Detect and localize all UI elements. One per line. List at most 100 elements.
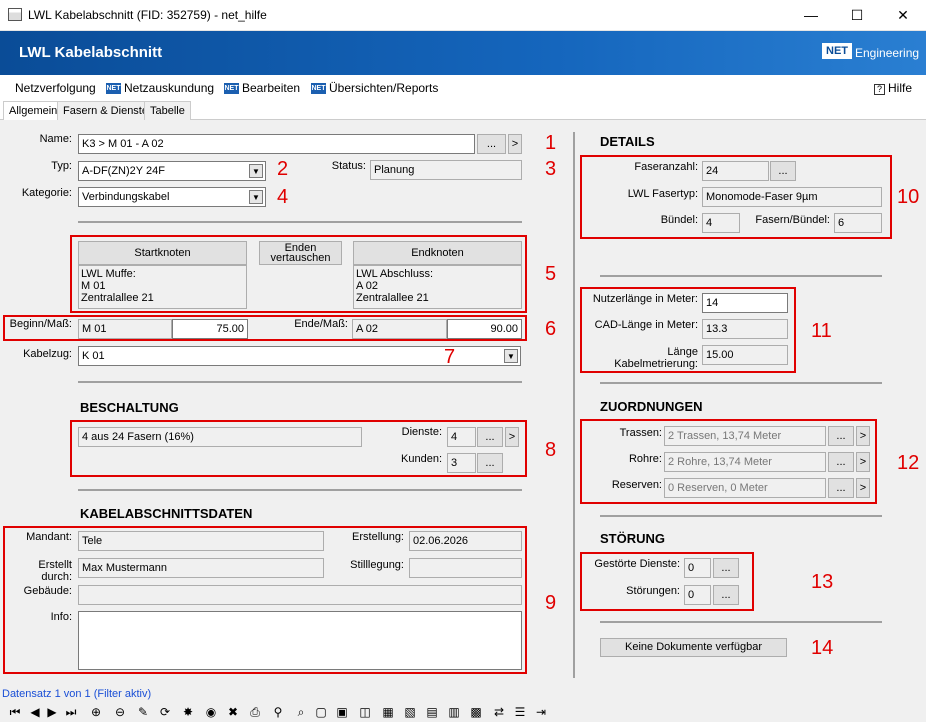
fasern-summary: 4 aus 24 Fasern (16%) <box>78 427 362 447</box>
trassen-label: Trassen: <box>619 427 662 439</box>
reserven-browse-button[interactable]: ... <box>828 478 854 498</box>
gebaeude-label: Gebäude: <box>23 585 72 597</box>
menu-hilfe[interactable]: ? Hilfe <box>874 81 912 95</box>
dienste-label: Dienste: <box>401 426 442 438</box>
prev-record-icon[interactable]: ◀ <box>27 704 43 720</box>
gestoerte-dienste-browse-button[interactable]: ... <box>713 558 739 578</box>
trassen-goto-button[interactable]: > <box>856 426 870 446</box>
start-address: Zentralallee 21 <box>81 292 154 304</box>
window-title: LWL Kabelabschnitt (FID: 352759) - net_h… <box>28 8 267 22</box>
menu-netzauskundung[interactable]: NET Netzauskundung <box>106 81 214 95</box>
endknoten-button[interactable]: Endknoten <box>353 241 522 265</box>
kabelzug-label: Kabelzug: <box>23 348 72 360</box>
rohre-field: 2 Rohre, 13,74 Meter <box>664 452 826 472</box>
annotation-number: 9 <box>545 592 557 614</box>
menu-uebersichten[interactable]: NET Übersichten/Reports <box>311 81 438 95</box>
list-icon[interactable]: ☰ <box>512 704 528 720</box>
banner-title: LWL Kabelabschnitt <box>19 44 163 61</box>
shape-icon[interactable]: ▢ <box>313 704 329 720</box>
menu-bearbeiten[interactable]: NET Bearbeiten <box>224 81 300 95</box>
cad-laenge-label: CAD-Länge in Meter: <box>594 319 698 331</box>
minimize-button[interactable]: — <box>788 0 834 31</box>
grid-icon[interactable]: ▧ <box>402 704 418 720</box>
name-goto-button[interactable]: > <box>508 134 522 154</box>
name-input[interactable]: K3 > M 01 - A 02 <box>78 134 475 154</box>
zuordnungen-heading: ZUORDNUNGEN <box>600 399 703 414</box>
annotation-number: 10 <box>897 186 920 208</box>
buendel-label: Bündel: <box>660 214 698 226</box>
exchange-icon[interactable]: ⇄ <box>491 704 507 720</box>
logo-text: Engineering <box>855 46 920 60</box>
beginn-knoten-field: M 01 <box>78 319 172 339</box>
column-separator <box>573 132 575 678</box>
stoerungen-browse-button[interactable]: ... <box>713 585 739 605</box>
mandant-field: Tele <box>78 531 324 551</box>
end-type: LWL Abschluss: <box>356 268 434 280</box>
reserven-goto-button[interactable]: > <box>856 478 870 498</box>
locate-icon[interactable]: ⚲ <box>270 704 286 720</box>
print-icon[interactable]: ⎙ <box>247 704 263 720</box>
delete-icon[interactable]: ✖ <box>225 704 241 720</box>
trassen-browse-button[interactable]: ... <box>828 426 854 446</box>
maximize-button[interactable]: ☐ <box>834 0 880 31</box>
add-filter-icon[interactable]: ⊕ <box>88 704 104 720</box>
kategorie-value: Verbindungskabel <box>82 191 170 203</box>
enden-vertauschen-button[interactable]: Enden vertauschen <box>259 241 342 265</box>
startknoten-button[interactable]: Startknoten <box>78 241 247 265</box>
header-banner: LWL Kabelabschnitt NET Engineering <box>0 31 926 75</box>
doc-icon[interactable]: ▤ <box>424 704 440 720</box>
annotation-number: 8 <box>545 439 557 461</box>
typ-select[interactable]: A-DF(ZN)2Y 24F ▼ <box>78 161 266 181</box>
copy-icon[interactable]: ▣ <box>334 704 350 720</box>
menu-netzverfolgung[interactable]: Netzverfolgung <box>15 81 96 95</box>
dienste-goto-button[interactable]: > <box>505 427 519 447</box>
ende-mass-input[interactable]: 90.00 <box>447 319 522 339</box>
fasern-pro-buendel-label: Fasern/Bündel: <box>755 214 830 226</box>
kategorie-select[interactable]: Verbindungskabel ▼ <box>78 187 266 207</box>
exit-icon[interactable]: ⇥ <box>533 704 549 720</box>
dienste-browse-button[interactable]: ... <box>477 427 503 447</box>
dokumente-button[interactable]: Keine Dokumente verfügbar <box>600 638 787 657</box>
tab-fasern-dienste[interactable]: Fasern & Dienste <box>57 101 154 120</box>
info-textarea[interactable] <box>78 611 522 670</box>
gestoerte-dienste-label: Gestörte Dienste: <box>594 558 680 570</box>
annotation-number: 2 <box>277 158 289 180</box>
divider <box>78 221 522 223</box>
tab-allgemein[interactable]: Allgemein <box>3 101 64 121</box>
kabeldaten-heading: KABELABSCHNITTSDATEN <box>80 506 253 521</box>
doc-export-icon[interactable]: ▥ <box>446 704 462 720</box>
faseranzahl-label: Faseranzahl: <box>634 161 698 173</box>
doc-add-icon[interactable]: ▩ <box>468 704 484 720</box>
endknoten-info: LWL Abschluss: A 02 Zentralallee 21 <box>353 265 522 309</box>
kunden-browse-button[interactable]: ... <box>477 453 503 473</box>
annotation-number: 1 <box>545 132 557 154</box>
first-record-icon[interactable]: ⏮ <box>7 704 23 720</box>
last-record-icon[interactable]: ⏭ <box>63 704 79 720</box>
tab-tabelle[interactable]: Tabelle <box>144 101 191 120</box>
net-icon: NET <box>106 83 121 95</box>
details-heading: DETAILS <box>600 134 655 149</box>
kunden-field: 3 <box>447 453 476 473</box>
refresh-icon[interactable]: ⟳ <box>157 704 173 720</box>
close-button[interactable]: ✕ <box>880 0 926 31</box>
layer-icon[interactable]: ◫ <box>357 704 373 720</box>
beginn-mass-input[interactable]: 75.00 <box>172 319 248 339</box>
name-browse-button[interactable]: ... <box>477 134 506 154</box>
kategorie-label: Kategorie: <box>21 187 72 199</box>
rohre-browse-button[interactable]: ... <box>828 452 854 472</box>
divider <box>78 381 522 383</box>
kabelmetrierung-field: 15.00 <box>702 345 788 365</box>
net-logo: NET <box>822 43 852 59</box>
faseranzahl-browse-button[interactable]: ... <box>770 161 796 181</box>
globe-icon[interactable]: ◉ <box>203 704 219 720</box>
zoom-icon[interactable]: ⌕ <box>293 704 309 720</box>
next-record-icon[interactable]: ▶ <box>44 704 60 720</box>
nutzerlaenge-input[interactable]: 14 <box>702 293 788 313</box>
edit-icon[interactable]: ✎ <box>135 704 151 720</box>
annotation-number: 14 <box>811 637 834 659</box>
rohre-goto-button[interactable]: > <box>856 452 870 472</box>
select-icon[interactable]: ▦ <box>380 704 396 720</box>
typ-value: A-DF(ZN)2Y 24F <box>82 165 165 177</box>
remove-filter-icon[interactable]: ⊖ <box>112 704 128 720</box>
highlight-icon[interactable]: ✸ <box>180 704 196 720</box>
